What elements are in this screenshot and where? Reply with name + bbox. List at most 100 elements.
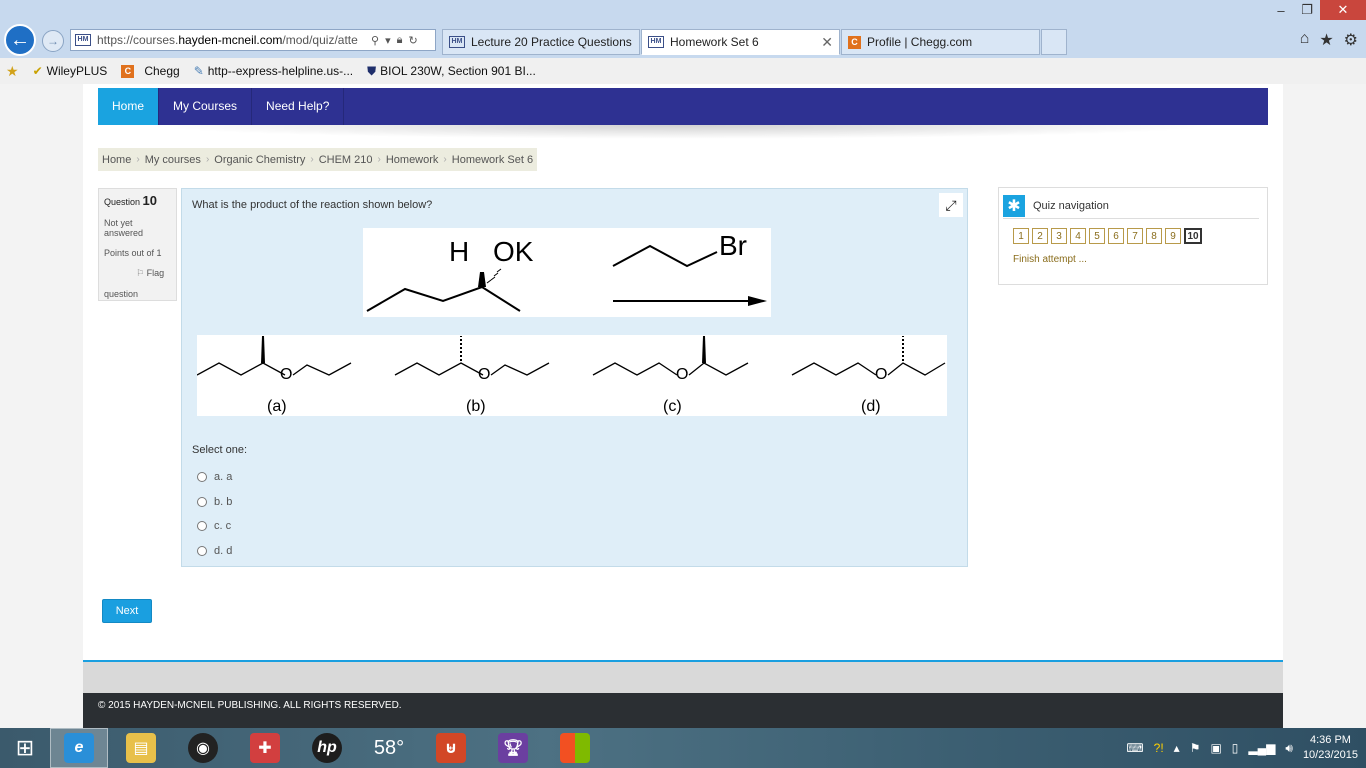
question-number: Question 10 — [104, 193, 158, 208]
breadcrumb-organic-chemistry[interactable]: Organic Chemistry — [214, 154, 305, 166]
breadcrumb-my-courses[interactable]: My courses — [145, 154, 201, 166]
quiz-nav-question-1[interactable]: 1 — [1013, 228, 1029, 244]
answer-c[interactable]: c. c — [197, 514, 232, 539]
gear-icon[interactable]: ⚙ — [1344, 30, 1358, 50]
nav-need-help[interactable]: Need Help? — [252, 88, 345, 125]
svg-text:O: O — [875, 366, 887, 383]
page-content: Home My Courses Need Help? Home › My cour… — [83, 84, 1283, 728]
url-text[interactable]: https://courses.hayden-mcneil.com/mod/qu… — [97, 33, 367, 47]
flag-question-button[interactable]: ⚐ Flag question — [104, 268, 171, 299]
action-center-flag-icon[interactable]: ⚑ — [1190, 741, 1201, 755]
answer-choices-image: O (a) O (b) O (c) O (d) — [197, 335, 947, 416]
taskbar-office[interactable]: ⊌ — [422, 728, 480, 768]
quiz-nav-question-10[interactable]: 10 — [1184, 228, 1202, 244]
close-tab-icon[interactable]: ✕ — [821, 34, 833, 51]
quiz-navigation-icon: ✱ — [1003, 195, 1025, 217]
wifi-signal-icon[interactable]: ▂▄▆ — [1248, 741, 1275, 755]
show-hidden-icons[interactable]: ▴ — [1174, 741, 1180, 755]
minimize-icon[interactable]: – — [1268, 0, 1294, 20]
windows-start-icon[interactable]: ⊞ — [0, 728, 50, 768]
taskbar-camera[interactable]: ◉ — [174, 728, 232, 768]
answer-a[interactable]: a. a — [197, 465, 232, 490]
taskbar-trophy-app[interactable]: 🏆︎ — [484, 728, 542, 768]
favorite-wileyplus[interactable]: ✔ WileyPLUS — [33, 64, 108, 78]
tab-lecture-20[interactable]: HM Lecture 20 Practice Questions — [442, 29, 640, 55]
refresh-icon[interactable]: ↻ — [408, 34, 417, 47]
back-button[interactable]: ← — [4, 24, 36, 56]
favorite-biol-230w[interactable]: ⛊ BIOL 230W, Section 901 BI... — [367, 64, 536, 79]
answer-options: a. a b. b c. c d. d — [197, 465, 232, 563]
expand-icon[interactable]: ⤢ — [939, 193, 963, 217]
address-bar[interactable]: HM https://courses.hayden-mcneil.com/mod… — [70, 29, 436, 51]
option-a-label: (a) — [267, 398, 287, 415]
quiz-nav-question-8[interactable]: 8 — [1146, 228, 1162, 244]
new-tab-button[interactable] — [1041, 29, 1067, 55]
favorite-chegg[interactable]: C Chegg — [121, 64, 180, 78]
quiz-nav-question-3[interactable]: 3 — [1051, 228, 1067, 244]
tab-homework-set-6[interactable]: HM Homework Set 6 ✕ — [641, 29, 840, 55]
nav-home[interactable]: Home — [98, 88, 160, 125]
footer-copyright: © 2015 HAYDEN-MCNEIL PUBLISHING. ALL RIG… — [83, 693, 1283, 728]
next-button[interactable]: Next — [102, 599, 152, 623]
taskbar-store[interactable] — [546, 728, 604, 768]
breadcrumb-home[interactable]: Home — [102, 154, 131, 166]
search-icon[interactable]: ⚲ — [371, 34, 379, 47]
favorites-add-icon[interactable]: ★ — [6, 63, 19, 80]
svg-text:O: O — [676, 366, 688, 383]
quiz-nav-question-4[interactable]: 4 — [1070, 228, 1086, 244]
home-icon[interactable]: ⌂ — [1300, 30, 1310, 50]
answer-d[interactable]: d. d — [197, 539, 232, 564]
footer-band — [83, 662, 1283, 693]
volume-icon[interactable]: 🔊︎ — [1285, 741, 1293, 756]
taskbar-hp[interactable]: hp — [298, 728, 356, 768]
restore-icon[interactable]: ❐ — [1294, 0, 1320, 20]
breadcrumb-homework-set-6[interactable]: Homework Set 6 — [452, 154, 533, 166]
favorites-star-icon[interactable]: ★ — [1319, 30, 1333, 50]
help-alert-icon[interactable]: ?! — [1154, 741, 1164, 755]
battery-icon[interactable]: ▯ — [1232, 741, 1239, 755]
webcam-icon: ◉ — [188, 733, 218, 763]
breadcrumb-chem-210[interactable]: CHEM 210 — [319, 154, 373, 166]
close-window-icon[interactable]: ✕ — [1320, 0, 1366, 20]
weather-temperature: 58° — [373, 736, 405, 759]
nav-my-courses[interactable]: My Courses — [159, 88, 253, 125]
clock-date: 10/23/2015 — [1302, 749, 1358, 761]
question-info: Question 10 Not yet answered Points out … — [98, 188, 177, 301]
display-icon[interactable]: ▣ — [1210, 741, 1221, 755]
finish-attempt-link[interactable]: Finish attempt ... — [1013, 254, 1087, 265]
option-c-label: (c) — [663, 398, 682, 415]
quiz-nav-question-2[interactable]: 2 — [1032, 228, 1048, 244]
answer-c-radio[interactable] — [197, 521, 207, 532]
keyboard-icon[interactable]: ⌨ — [1126, 741, 1143, 755]
tab-chegg-profile[interactable]: C Profile | Chegg.com — [841, 29, 1040, 55]
trophy-icon: 🏆︎ — [498, 733, 528, 763]
quiz-question-buttons: 1 2 3 4 5 6 7 8 9 10 — [1013, 228, 1202, 244]
taskbar-puzzle-app[interactable]: ✚ — [236, 728, 294, 768]
answer-b-radio[interactable] — [197, 496, 207, 507]
question-text: What is the product of the reaction show… — [192, 199, 433, 211]
breadcrumb-homework[interactable]: Homework — [386, 154, 439, 166]
option-b-label: (b) — [466, 398, 486, 415]
taskbar-file-explorer[interactable]: ▤ — [112, 728, 170, 768]
lock-icon: 🔒︎ — [396, 33, 403, 46]
quiz-nav-question-6[interactable]: 6 — [1108, 228, 1124, 244]
clock[interactable]: 4:36 PM 10/23/2015 — [1303, 733, 1358, 763]
quiz-nav-question-5[interactable]: 5 — [1089, 228, 1105, 244]
answer-b[interactable]: b. b — [197, 490, 232, 515]
chegg-favicon-icon: C — [121, 64, 135, 78]
taskbar-weather[interactable]: 58° — [360, 728, 418, 768]
quiz-navigation-header: ✱ Quiz navigation — [1003, 194, 1259, 219]
taskbar-internet-explorer[interactable]: e — [50, 728, 108, 768]
favorite-express-helpline[interactable]: ✎ http--express-helpline.us-... — [194, 64, 353, 78]
reactant-ok-label: OK — [493, 236, 534, 267]
quiz-nav-question-7[interactable]: 7 — [1127, 228, 1143, 244]
quiz-nav-question-9[interactable]: 9 — [1165, 228, 1181, 244]
reagent-br-label: Br — [719, 230, 747, 261]
dropdown-icon[interactable]: ▾ — [385, 34, 391, 47]
folder-icon: ▤ — [126, 733, 156, 763]
answer-d-radio[interactable] — [197, 545, 207, 556]
forward-button[interactable]: → — [42, 30, 64, 52]
quiz-navigation-block: ✱ Quiz navigation 1 2 3 4 5 6 7 8 9 10 F… — [998, 187, 1268, 285]
answer-a-radio[interactable] — [197, 472, 207, 483]
reactant-h-label: H — [449, 236, 469, 267]
